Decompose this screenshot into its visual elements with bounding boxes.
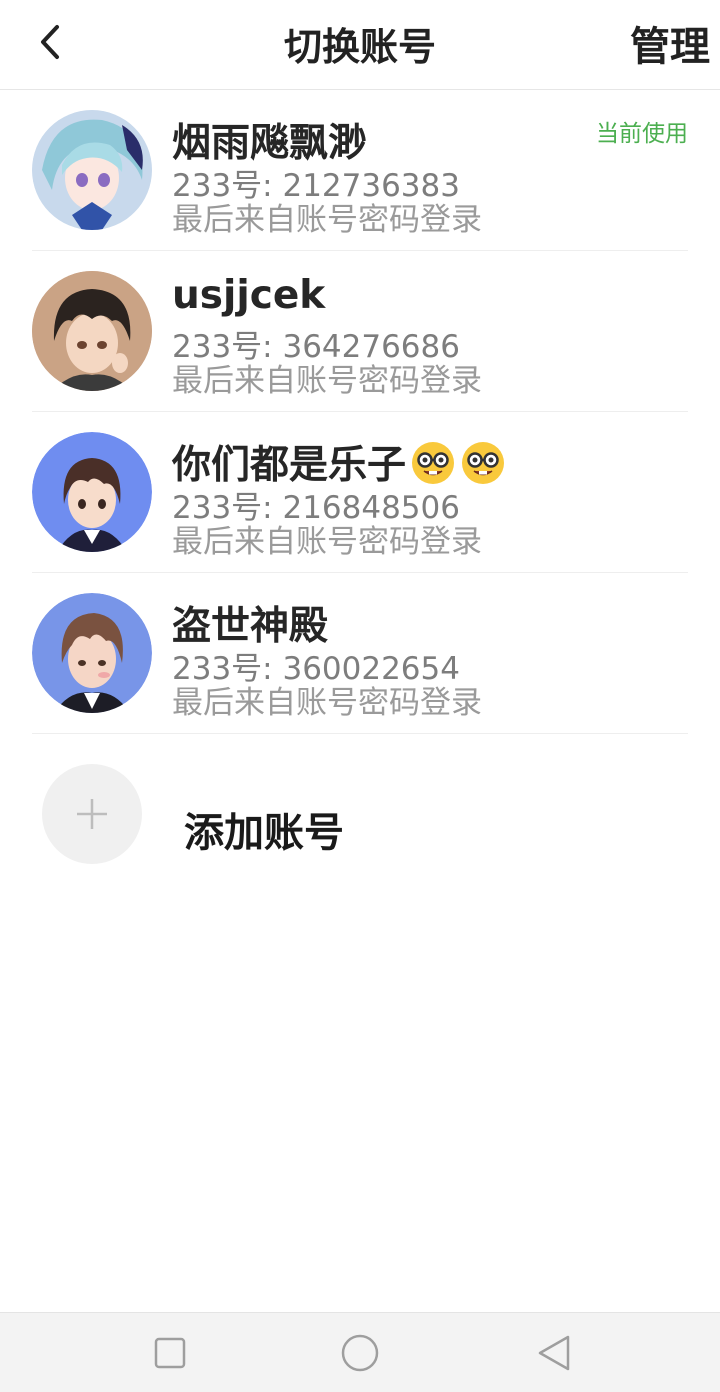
recent-apps-button[interactable] bbox=[148, 1331, 192, 1375]
add-account-label: 添加账号 bbox=[184, 810, 344, 856]
add-account-button[interactable]: 添加账号 bbox=[42, 764, 682, 864]
avatar bbox=[32, 110, 152, 230]
plus-icon bbox=[77, 799, 107, 829]
home-icon bbox=[341, 1334, 379, 1372]
current-account-badge: 当前使用 bbox=[596, 121, 688, 147]
recent-apps-icon bbox=[154, 1337, 186, 1369]
account-row[interactable]: 你们都是乐子 233号: 216848506 最后来自账号密码登录 bbox=[32, 412, 688, 573]
page-title: 切换账号 bbox=[283, 25, 436, 69]
add-account-circle[interactable] bbox=[42, 764, 142, 864]
switch-account-screen: 切换账号 管理 烟雨飚飘渺 233号: 212736383 最后来自账号密码登录… bbox=[0, 0, 720, 1392]
home-button[interactable] bbox=[338, 1331, 382, 1375]
account-row[interactable]: usjjcek 233号: 364276686 最后来自账号密码登录 bbox=[32, 251, 688, 412]
account-row[interactable]: 烟雨飚飘渺 233号: 212736383 最后来自账号密码登录 当前使用 bbox=[32, 90, 688, 251]
header-bar: 切换账号 管理 bbox=[0, 0, 720, 90]
account-name: usjjcek bbox=[172, 273, 326, 318]
login-source: 最后来自账号密码登录 bbox=[172, 363, 482, 399]
login-source: 最后来自账号密码登录 bbox=[172, 202, 482, 238]
login-source: 最后来自账号密码登录 bbox=[172, 524, 482, 560]
login-source: 最后来自账号密码登录 bbox=[172, 685, 482, 721]
avatar bbox=[32, 593, 152, 713]
nerd-face-emoji bbox=[412, 442, 455, 484]
system-nav-bar bbox=[0, 1312, 720, 1392]
back-icon bbox=[538, 1335, 570, 1371]
account-row[interactable]: 盗世神殿 233号: 360022654 最后来自账号密码登录 bbox=[32, 573, 688, 734]
avatar bbox=[32, 432, 152, 552]
back-nav-button[interactable] bbox=[532, 1331, 576, 1375]
account-list: 烟雨飚飘渺 233号: 212736383 最后来自账号密码登录 当前使用 us bbox=[0, 90, 720, 734]
nerd-face-emoji bbox=[462, 442, 505, 484]
manage-button[interactable]: 管理 bbox=[630, 14, 710, 72]
avatar bbox=[32, 271, 152, 391]
